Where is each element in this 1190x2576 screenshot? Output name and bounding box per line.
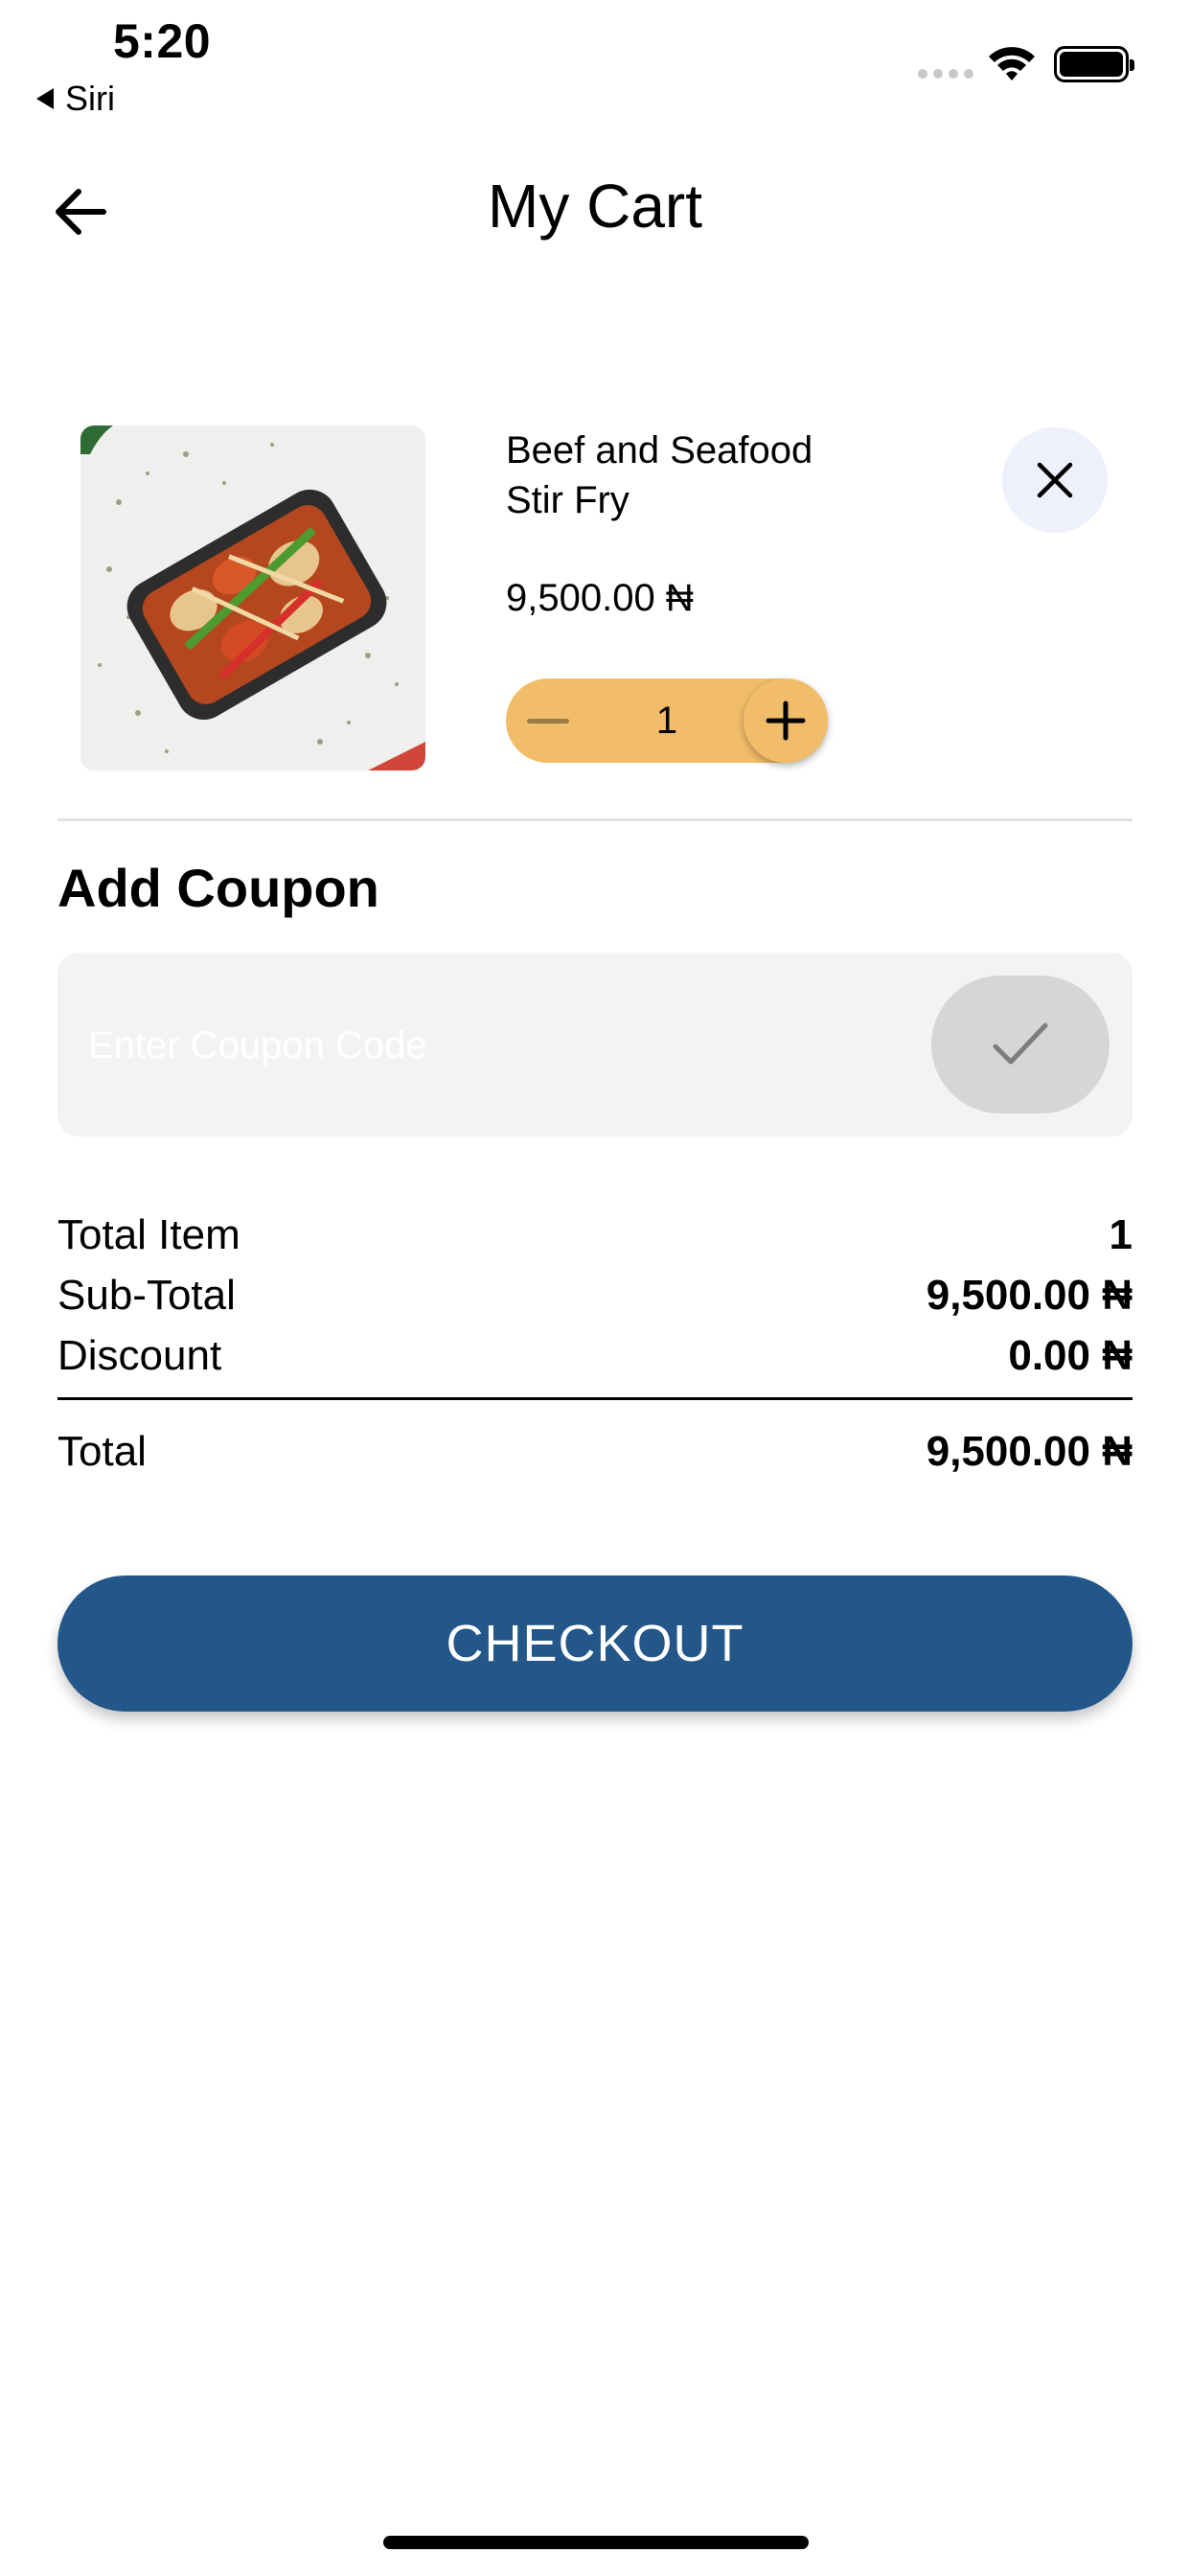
battery-icon xyxy=(1054,46,1134,82)
item-price: 9,500.00 ₦ xyxy=(506,577,694,619)
wifi-icon xyxy=(989,47,1035,80)
discount-row: Discount 0.00 ₦ xyxy=(57,1332,1133,1380)
checkout-button[interactable]: CHECKOUT xyxy=(57,1576,1133,1712)
signal-dots-icon xyxy=(918,69,973,79)
total-item-value: 1 xyxy=(1109,1211,1133,1258)
coupon-field-container xyxy=(57,953,1133,1137)
subtotal-row: Sub-Total 9,500.00 ₦ xyxy=(57,1272,1133,1320)
total-label: Total xyxy=(57,1428,147,1475)
return-app-label: Siri xyxy=(65,79,115,118)
coupon-code-input[interactable] xyxy=(86,1000,933,1091)
quantity-stepper: 1 xyxy=(506,678,828,763)
discount-label: Discount xyxy=(57,1332,222,1379)
product-image xyxy=(80,426,425,770)
item-divider xyxy=(57,818,1133,821)
page-title: My Cart xyxy=(488,172,702,241)
return-to-siri-link[interactable]: Siri xyxy=(36,79,115,119)
subtotal-label: Sub-Total xyxy=(57,1272,236,1319)
coupon-section-title: Add Coupon xyxy=(57,858,379,918)
back-triangle-icon xyxy=(36,88,54,109)
item-name: Beef and Seafood Stir Fry xyxy=(506,429,813,521)
total-value: 9,500.00 ₦ xyxy=(926,1428,1133,1475)
check-icon xyxy=(993,1023,1048,1065)
total-item-row: Total Item 1 xyxy=(57,1211,1133,1259)
remove-item-button[interactable] xyxy=(1002,427,1108,533)
total-row: Total 9,500.00 ₦ xyxy=(57,1428,1133,1476)
home-indicator xyxy=(383,2536,809,2549)
apply-coupon-button[interactable] xyxy=(931,976,1110,1114)
discount-value: 0.00 ₦ xyxy=(1008,1332,1133,1379)
increase-quantity-button[interactable] xyxy=(744,678,828,763)
subtotal-value: 9,500.00 ₦ xyxy=(926,1272,1133,1319)
plus-icon xyxy=(766,701,806,741)
summary-divider xyxy=(57,1397,1133,1400)
close-icon xyxy=(1037,462,1073,498)
status-time: 5:20 xyxy=(113,14,212,68)
total-item-label: Total Item xyxy=(57,1211,240,1258)
decrease-quantity-button[interactable] xyxy=(506,678,590,763)
minus-icon xyxy=(527,718,569,724)
